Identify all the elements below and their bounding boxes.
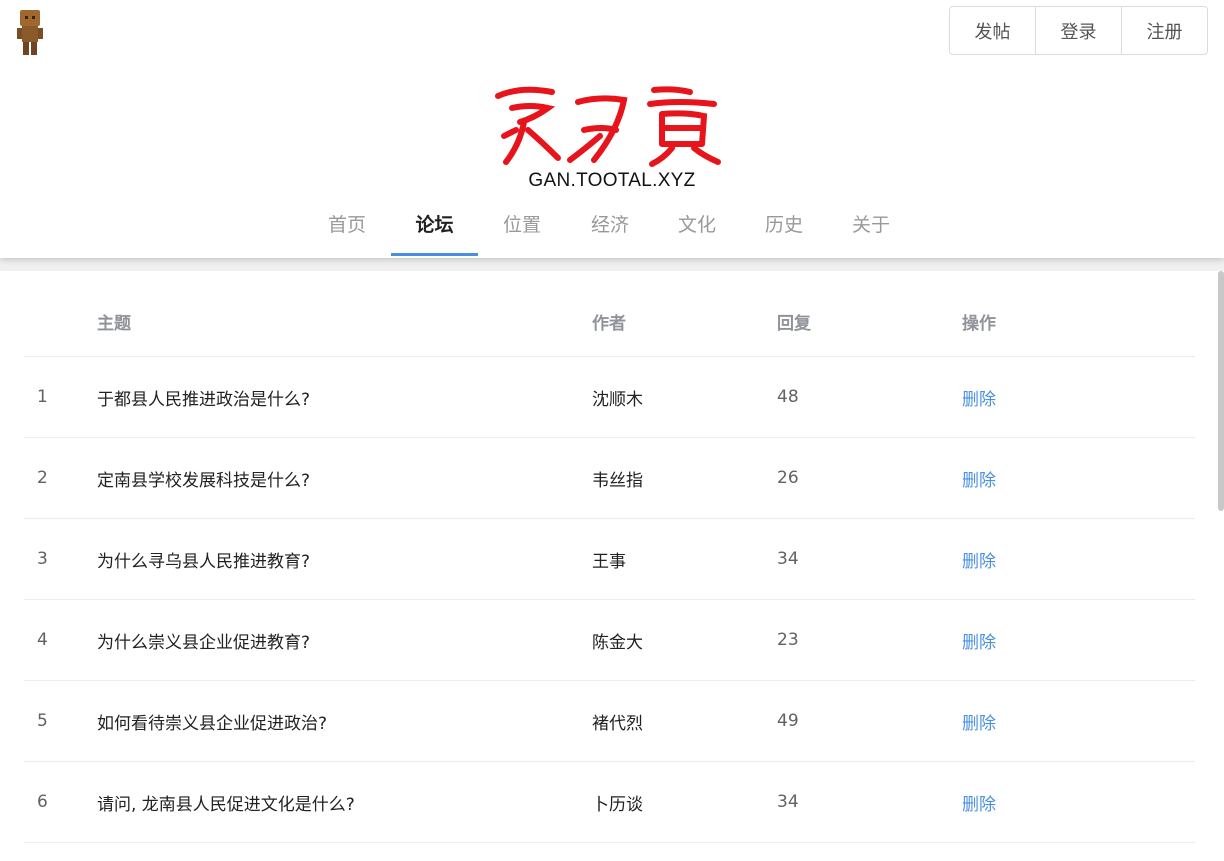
delete-link[interactable]: 删除 (962, 628, 996, 653)
row-author: 卜历谈 (592, 794, 643, 815)
row-topic[interactable]: 请问, 龙南县人民促进文化是什么? (97, 762, 355, 842)
nav-item-forum[interactable]: 论坛 (391, 196, 478, 256)
site-logo[interactable] (490, 78, 730, 168)
nav-item-culture[interactable]: 文化 (662, 196, 732, 256)
row-replies: 23 (777, 630, 799, 650)
avatar-icon[interactable] (14, 8, 46, 56)
nav-item-economy[interactable]: 经济 (575, 196, 645, 256)
post-button[interactable]: 发帖 (950, 7, 1035, 54)
row-author: 陈金大 (592, 632, 643, 653)
delete-link[interactable]: 删除 (962, 709, 996, 734)
column-header-action: 操作 (962, 313, 996, 334)
row-replies: 34 (777, 549, 799, 569)
row-index: 1 (37, 387, 48, 407)
row-topic[interactable]: 为什么崇义县企业促进教育? (97, 600, 310, 680)
row-index: 2 (37, 468, 48, 488)
nav-item-location[interactable]: 位置 (487, 196, 557, 256)
table-row[interactable]: 4 为什么崇义县企业促进教育? 陈金大 23 删除 (24, 600, 1195, 681)
row-index: 4 (37, 630, 48, 650)
table-row[interactable]: 6 请问, 龙南县人民促进文化是什么? 卜历谈 34 删除 (24, 762, 1195, 843)
row-author: 褚代烈 (592, 713, 643, 734)
login-button[interactable]: 登录 (1035, 7, 1121, 54)
row-replies: 49 (777, 711, 799, 731)
row-replies: 26 (777, 468, 799, 488)
nav-item-history[interactable]: 历史 (749, 196, 819, 256)
column-header-topic: 主题 (97, 313, 131, 334)
row-author: 韦丝指 (592, 470, 643, 491)
delete-link[interactable]: 删除 (962, 790, 996, 815)
delete-link[interactable]: 删除 (962, 466, 996, 491)
auth-button-group: 发帖 登录 注册 (949, 6, 1208, 55)
row-author: 沈顺木 (592, 389, 643, 410)
row-index: 3 (37, 549, 48, 569)
site-domain: GAN.TOOTAL.XYZ (528, 170, 696, 191)
row-replies: 34 (777, 792, 799, 812)
site-header: 发帖 登录 注册 GAN.TOOTAL.XYZ 首页 论坛 位置 经济 文化 历… (0, 0, 1224, 258)
nav-item-about[interactable]: 关于 (836, 196, 906, 256)
column-header-replies: 回复 (777, 313, 811, 334)
register-button[interactable]: 注册 (1121, 7, 1207, 54)
delete-link[interactable]: 删除 (962, 547, 996, 572)
table-row[interactable]: 3 为什么寻乌县人民推进教育? 王事 34 删除 (24, 519, 1195, 600)
row-author: 王事 (592, 551, 626, 572)
row-topic[interactable]: 定南县学校发展科技是什么? (97, 438, 310, 518)
row-topic[interactable]: 如何看待崇义县企业促进政治? (97, 681, 327, 761)
table-header: 主题 作者 回复 操作 (24, 286, 1195, 357)
row-topic[interactable]: 于都县人民推进政治是什么? (97, 357, 310, 437)
table-row[interactable]: 5 如何看待崇义县企业促进政治? 褚代烈 49 删除 (24, 681, 1195, 762)
row-index: 5 (37, 711, 48, 731)
nav-item-home[interactable]: 首页 (312, 196, 382, 256)
row-replies: 48 (777, 387, 799, 407)
delete-link[interactable]: 删除 (962, 385, 996, 410)
table-row[interactable]: 1 于都县人民推进政治是什么? 沈顺木 48 删除 (24, 357, 1195, 438)
row-topic[interactable]: 为什么寻乌县人民推进教育? (97, 519, 310, 599)
page-scrollbar[interactable] (1218, 271, 1224, 511)
row-index: 6 (37, 792, 48, 812)
table-row[interactable]: 2 定南县学校发展科技是什么? 韦丝指 26 删除 (24, 438, 1195, 519)
main-nav: 首页 论坛 位置 经济 文化 历史 关于 (0, 196, 1224, 256)
column-header-author: 作者 (592, 313, 626, 334)
